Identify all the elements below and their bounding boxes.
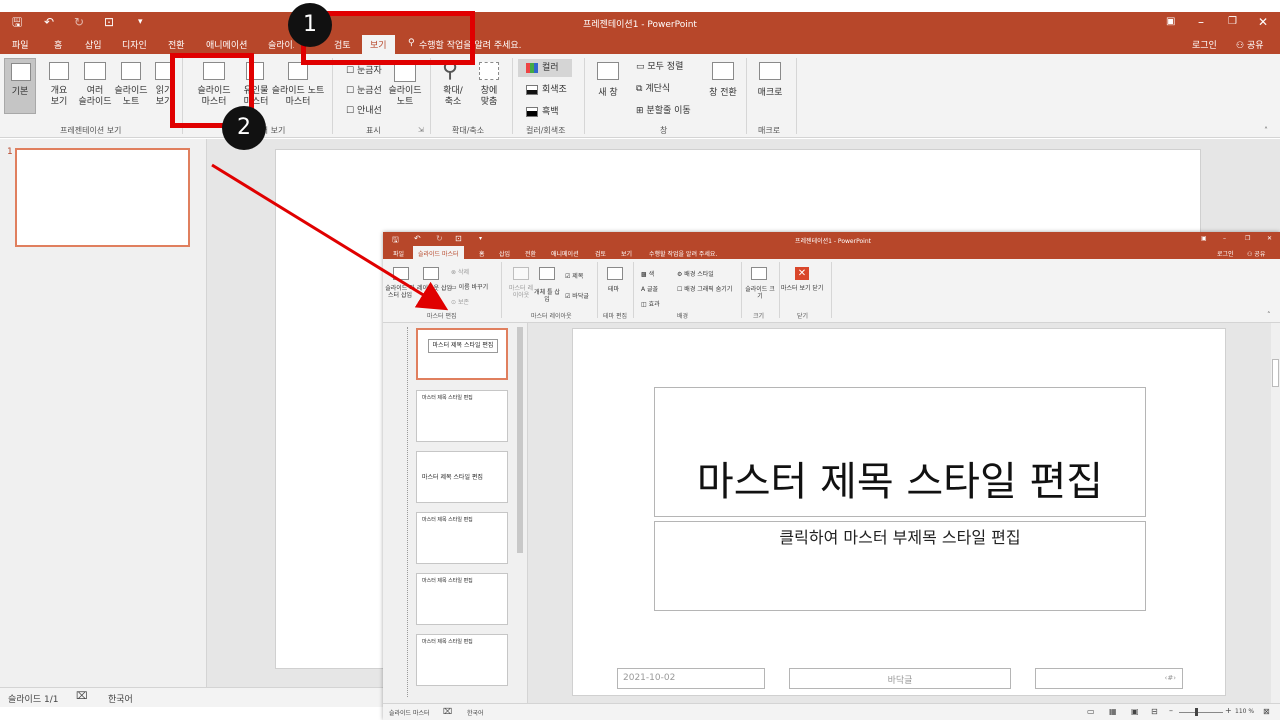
annotation-arrow-line — [211, 163, 449, 311]
annotation-arrow — [211, 163, 449, 311]
